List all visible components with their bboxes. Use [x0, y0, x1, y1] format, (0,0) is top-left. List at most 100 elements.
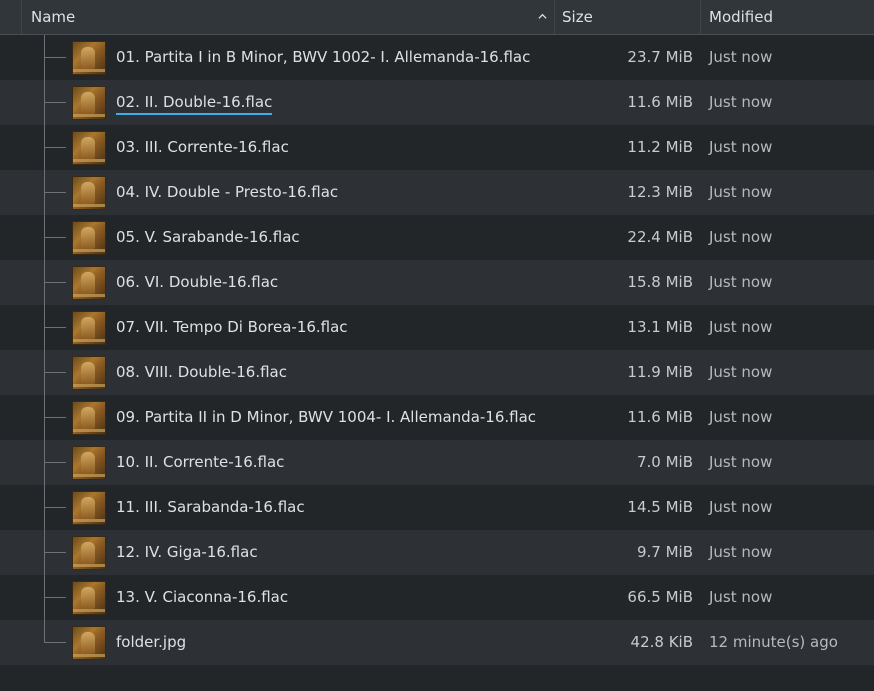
file-modified: Just now	[709, 183, 773, 201]
thumbnail-strip	[73, 294, 105, 297]
file-row[interactable]: 02. II. Double-16.flac 11.6 MiB Just now	[0, 80, 874, 125]
tree-branch-connector	[44, 102, 66, 103]
thumbnail-strip	[73, 474, 105, 477]
file-name[interactable]: 06. VI. Double-16.flac	[116, 260, 278, 305]
file-size: 11.9 MiB	[627, 363, 693, 381]
list-empty-area	[0, 665, 874, 691]
file-name[interactable]: 04. IV. Double - Presto-16.flac	[116, 170, 338, 215]
file-size: 23.7 MiB	[627, 48, 693, 66]
chevron-up-icon	[538, 13, 547, 19]
column-header-name-label: Name	[31, 8, 76, 26]
file-row[interactable]: 12. IV. Giga-16.flac 9.7 MiB Just now	[0, 530, 874, 575]
file-name[interactable]: 01. Partita I in B Minor, BWV 1002- I. A…	[116, 35, 530, 80]
file-size: 7.0 MiB	[636, 453, 693, 471]
column-header-name[interactable]: Name	[21, 0, 554, 34]
thumbnail-strip	[73, 249, 105, 252]
tree-branch-connector	[44, 57, 66, 58]
thumbnail-strip	[73, 564, 105, 567]
thumbnail-figure	[81, 47, 95, 69]
file-name[interactable]: 09. Partita II in D Minor, BWV 1004- I. …	[116, 395, 536, 440]
file-name[interactable]: 03. III. Corrente-16.flac	[116, 125, 289, 170]
album-cover-thumbnail-icon	[72, 311, 106, 345]
file-row[interactable]: 08. VIII. Double-16.flac 11.9 MiB Just now	[0, 350, 874, 395]
file-size: 11.2 MiB	[627, 138, 693, 156]
album-cover-thumbnail-icon	[72, 176, 106, 210]
file-size: 15.8 MiB	[627, 273, 693, 291]
file-name[interactable]: 08. VIII. Double-16.flac	[116, 350, 287, 395]
album-cover-thumbnail-icon	[72, 41, 106, 75]
thumbnail-figure	[81, 317, 95, 339]
file-row[interactable]: 09. Partita II in D Minor, BWV 1004- I. …	[0, 395, 874, 440]
album-cover-thumbnail-icon	[72, 446, 106, 480]
thumbnail-figure	[81, 452, 95, 474]
album-cover-thumbnail-icon	[72, 536, 106, 570]
file-modified: Just now	[709, 543, 773, 561]
file-list: 01. Partita I in B Minor, BWV 1002- I. A…	[0, 35, 874, 665]
tree-branch-connector	[44, 462, 66, 463]
thumbnail-figure	[81, 587, 95, 609]
file-row[interactable]: 07. VII. Tempo Di Borea-16.flac 13.1 MiB J…	[0, 305, 874, 350]
thumbnail-figure	[81, 407, 95, 429]
file-size: 42.8 KiB	[630, 633, 693, 651]
file-row[interactable]: 05. V. Sarabande-16.flac 22.4 MiB Just now	[0, 215, 874, 260]
tree-branch-connector	[44, 642, 66, 643]
file-modified: 12 minute(s) ago	[709, 633, 838, 651]
column-header: Name Size Modified	[0, 0, 874, 35]
file-modified: Just now	[709, 363, 773, 381]
thumbnail-figure	[81, 92, 95, 114]
thumbnail-strip	[73, 609, 105, 612]
thumbnail-strip	[73, 429, 105, 432]
file-modified: Just now	[709, 228, 773, 246]
file-name[interactable]: 11. III. Sarabanda-16.flac	[116, 485, 305, 530]
file-name[interactable]: 12. IV. Giga-16.flac	[116, 530, 258, 575]
thumbnail-figure	[81, 632, 95, 654]
thumbnail-strip	[73, 339, 105, 342]
file-row[interactable]: 13. V. Ciaconna-16.flac 66.5 MiB Just now	[0, 575, 874, 620]
file-row[interactable]: 03. III. Corrente-16.flac 11.2 MiB Just no…	[0, 125, 874, 170]
file-size: 14.5 MiB	[627, 498, 693, 516]
file-name[interactable]: 13. V. Ciaconna-16.flac	[116, 575, 288, 620]
album-cover-thumbnail-icon	[72, 86, 106, 120]
column-header-size[interactable]: Size	[554, 0, 700, 34]
tree-branch-connector	[44, 372, 66, 373]
tree-branch-connector	[44, 597, 66, 598]
album-cover-thumbnail-icon	[72, 356, 106, 390]
file-name[interactable]: folder.jpg	[116, 620, 186, 665]
file-modified: Just now	[709, 588, 773, 606]
tree-branch-line	[44, 620, 45, 643]
thumbnail-strip	[73, 384, 105, 387]
file-row[interactable]: 04. IV. Double - Presto-16.flac 12.3 MiB J…	[0, 170, 874, 215]
thumbnail-figure	[81, 362, 95, 384]
thumbnail-figure	[81, 272, 95, 294]
thumbnail-strip	[73, 204, 105, 207]
file-modified: Just now	[709, 273, 773, 291]
thumbnail-figure	[81, 542, 95, 564]
thumbnail-strip	[73, 519, 105, 522]
thumbnail-strip	[73, 114, 105, 117]
file-name[interactable]: 02. II. Double-16.flac	[116, 91, 273, 115]
album-cover-thumbnail-icon	[72, 626, 106, 660]
file-name[interactable]: 07. VII. Tempo Di Borea-16.flac	[116, 305, 348, 350]
thumbnail-strip	[73, 654, 105, 657]
album-cover-thumbnail-icon	[72, 581, 106, 615]
file-name[interactable]: 10. II. Corrente-16.flac	[116, 440, 284, 485]
album-cover-thumbnail-icon	[72, 401, 106, 435]
file-row[interactable]: 01. Partita I in B Minor, BWV 1002- I. A…	[0, 35, 874, 80]
file-row[interactable]: 06. VI. Double-16.flac 15.8 MiB Just now	[0, 260, 874, 305]
thumbnail-figure	[81, 182, 95, 204]
tree-branch-connector	[44, 327, 66, 328]
thumbnail-strip	[73, 159, 105, 162]
tree-branch-connector	[44, 282, 66, 283]
file-row[interactable]: 10. II. Corrente-16.flac 7.0 MiB Just now	[0, 440, 874, 485]
thumbnail-figure	[81, 497, 95, 519]
thumbnail-strip	[73, 69, 105, 72]
file-row[interactable]: 11. III. Sarabanda-16.flac 14.5 MiB Just n…	[0, 485, 874, 530]
file-name[interactable]: 05. V. Sarabande-16.flac	[116, 215, 300, 260]
column-header-modified[interactable]: Modified	[700, 0, 874, 34]
file-modified: Just now	[709, 453, 773, 471]
file-modified: Just now	[709, 408, 773, 426]
file-row[interactable]: folder.jpg 42.8 KiB 12 minute(s) ago	[0, 620, 874, 665]
column-header-modified-label: Modified	[709, 8, 774, 26]
column-header-size-label: Size	[562, 8, 593, 26]
tree-branch-connector	[44, 192, 66, 193]
